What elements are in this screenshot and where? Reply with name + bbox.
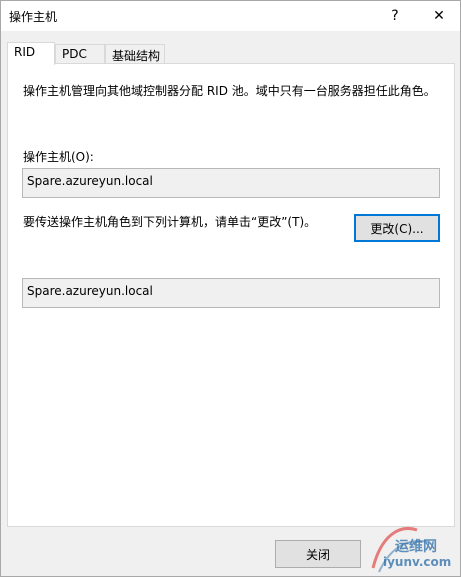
rid-tab-panel: 操作主机管理向其他域控制器分配 RID 池。域中只有一台服务器担任此角色。 操作… <box>7 63 455 527</box>
help-icon: ? <box>391 8 399 24</box>
operations-master-field[interactable]: Spare.azureyun.local <box>22 168 440 198</box>
target-computer-field[interactable]: Spare.azureyun.local <box>22 278 440 308</box>
window-close-button[interactable]: ✕ <box>417 1 461 31</box>
transfer-instructions: 要传送操作主机角色到下列计算机，请单击“更改”(T)。 <box>23 215 317 229</box>
tab-rid[interactable]: RID <box>7 42 55 65</box>
rid-description: 操作主机管理向其他域控制器分配 RID 池。域中只有一台服务器担任此角色。 <box>23 84 436 98</box>
tab-infrastructure[interactable]: 基础结构 <box>105 44 165 63</box>
help-button[interactable]: ? <box>373 1 417 31</box>
title-bar: 操作主机 ? ✕ <box>1 1 460 31</box>
watermark-logo: 运维网 iyunv.com <box>369 516 459 574</box>
operations-masters-dialog: 操作主机 ? ✕ RID PDC 基础结构 操作主机管理向其他域控制器分配 RI… <box>0 0 461 577</box>
operations-master-label: 操作主机(O): <box>23 150 94 164</box>
close-icon: ✕ <box>433 8 445 24</box>
watermark-text-top: 运维网 <box>395 539 437 555</box>
watermark-text-bottom: iyunv.com <box>383 555 452 569</box>
close-button[interactable]: 关闭 <box>275 540 361 568</box>
tab-pdc[interactable]: PDC <box>55 44 105 63</box>
change-button[interactable]: 更改(C)... <box>354 214 440 242</box>
window-title: 操作主机 <box>9 10 58 24</box>
